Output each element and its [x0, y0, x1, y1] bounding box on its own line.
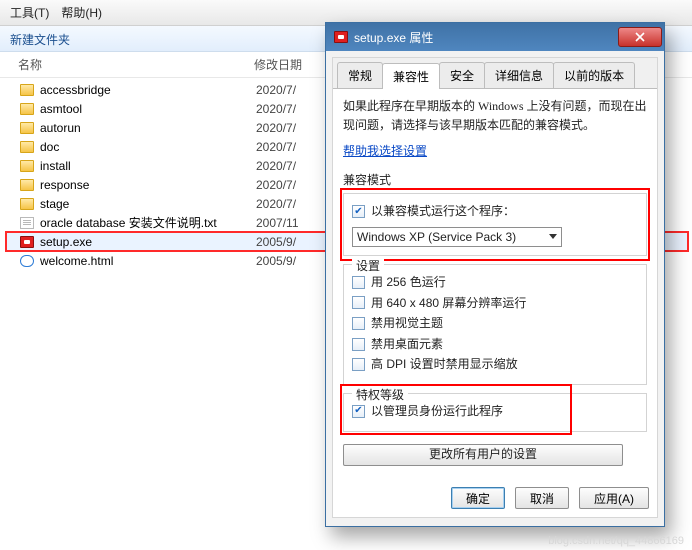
tab-compatibility[interactable]: 兼容性 [382, 63, 440, 89]
file-name: install [36, 159, 256, 173]
apply-button[interactable]: 应用(A) [579, 487, 649, 509]
new-folder-button[interactable]: 新建文件夹 [10, 33, 70, 47]
tab-previous[interactable]: 以前的版本 [553, 62, 635, 88]
folder-icon [18, 179, 36, 191]
opt-desktop-label: 禁用桌面元素 [371, 335, 443, 354]
file-name: oracle database 安装文件说明.txt [36, 214, 256, 231]
tab-panel-compatibility: 如果此程序在早期版本的 Windows 上没有问题，而现在出现问题，请选择与该早… [333, 89, 657, 474]
watermark: blog.csdn.net/qq_44866169 [548, 535, 684, 547]
menu-tools[interactable]: 工具(T) [10, 4, 49, 21]
tabs: 常规 兼容性 安全 详细信息 以前的版本 [333, 58, 657, 89]
compat-mode-checkbox-label: 以兼容模式运行这个程序： [371, 202, 515, 221]
tab-general[interactable]: 常规 [337, 62, 383, 88]
exe-icon [18, 236, 36, 248]
close-button[interactable] [618, 27, 662, 47]
run-as-admin-checkbox[interactable] [352, 405, 365, 418]
settings-legend: 设置 [352, 257, 384, 276]
column-name-header[interactable]: 名称 [18, 56, 254, 73]
file-name: welcome.html [36, 254, 256, 268]
chevron-down-icon [549, 234, 557, 239]
folder-icon [18, 122, 36, 134]
folder-icon [18, 198, 36, 210]
app-icon [334, 31, 348, 43]
cancel-button[interactable]: 取消 [515, 487, 569, 509]
titlebar[interactable]: setup.exe 属性 [326, 23, 664, 51]
privilege-legend: 特权等级 [352, 386, 408, 405]
compat-mode-label: 兼容模式 [343, 171, 647, 190]
properties-dialog: setup.exe 属性 常规 兼容性 安全 详细信息 以前的版本 如果此程序在… [325, 22, 665, 527]
opt-dpi-label: 高 DPI 设置时禁用显示缩放 [371, 355, 518, 374]
compat-mode-group: 以兼容模式运行这个程序： Windows XP (Service Pack 3) [343, 193, 647, 256]
opt-desktop-checkbox[interactable] [352, 338, 365, 351]
compat-mode-select[interactable]: Windows XP (Service Pack 3) [352, 227, 562, 247]
file-name: accessbridge [36, 83, 256, 97]
folder-icon [18, 84, 36, 96]
change-all-users-button[interactable]: 更改所有用户的设置 [343, 444, 623, 466]
hint-text: 如果此程序在早期版本的 Windows 上没有问题，而现在出现问题，请选择与该早… [343, 97, 647, 134]
file-name: asmtool [36, 102, 256, 116]
help-link[interactable]: 帮助我选择设置 [343, 142, 427, 161]
file-name: doc [36, 140, 256, 154]
file-name: stage [36, 197, 256, 211]
dialog-body: 常规 兼容性 安全 详细信息 以前的版本 如果此程序在早期版本的 Windows… [332, 57, 658, 518]
dialog-title: setup.exe 属性 [354, 29, 618, 46]
menu-help[interactable]: 帮助(H) [61, 4, 102, 21]
file-name: setup.exe [36, 235, 256, 249]
compat-mode-checkbox-row: 以兼容模式运行这个程序： [352, 202, 638, 221]
settings-group: 设置 用 256 色运行 用 640 x 480 屏幕分辨率运行 禁用视觉主题 … [343, 264, 647, 385]
file-name: response [36, 178, 256, 192]
privilege-group: 特权等级 以管理员身份运行此程序 [343, 393, 647, 432]
dialog-buttons: 确定 取消 应用(A) [341, 487, 649, 509]
highlight-compat [340, 188, 650, 261]
opt-theme-checkbox[interactable] [352, 317, 365, 330]
folder-icon [18, 103, 36, 115]
opt-256-checkbox[interactable] [352, 276, 365, 289]
run-as-admin-label: 以管理员身份运行此程序 [371, 402, 503, 421]
opt-640-label: 用 640 x 480 屏幕分辨率运行 [371, 294, 526, 313]
tab-details[interactable]: 详细信息 [484, 62, 554, 88]
compat-mode-selected: Windows XP (Service Pack 3) [357, 228, 516, 247]
opt-theme-label: 禁用视觉主题 [371, 314, 443, 333]
folder-icon [18, 141, 36, 153]
opt-256-label: 用 256 色运行 [371, 273, 446, 292]
compat-mode-checkbox[interactable] [352, 205, 365, 218]
txt-icon [18, 217, 36, 229]
html-icon [18, 255, 36, 267]
ok-button[interactable]: 确定 [451, 487, 505, 509]
tab-security[interactable]: 安全 [439, 62, 485, 88]
opt-640-checkbox[interactable] [352, 296, 365, 309]
folder-icon [18, 160, 36, 172]
opt-dpi-checkbox[interactable] [352, 358, 365, 371]
file-name: autorun [36, 121, 256, 135]
